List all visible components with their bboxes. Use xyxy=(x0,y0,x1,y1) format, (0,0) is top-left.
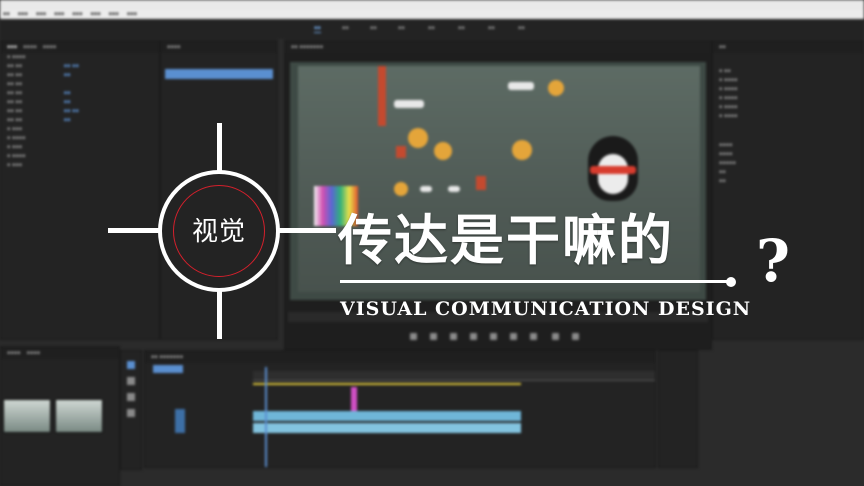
crosshair-right-line xyxy=(278,228,336,233)
circle-label: 视觉 xyxy=(191,217,246,247)
title-overlay: 视觉 传达是干嘛的 ? VISUAL COMMUNICATION DESIGN xyxy=(0,0,864,486)
question-mark: ? xyxy=(756,227,790,295)
main-title: 传达是干嘛的 xyxy=(338,209,674,272)
crosshair-bottom-line xyxy=(217,291,222,339)
crosshair-left-line xyxy=(108,228,160,233)
crosshair-top-line xyxy=(217,123,222,171)
subtitle: VISUAL COMMUNICATION DESIGN xyxy=(340,298,752,320)
underline-dot xyxy=(726,277,736,287)
title-underline xyxy=(340,280,732,283)
